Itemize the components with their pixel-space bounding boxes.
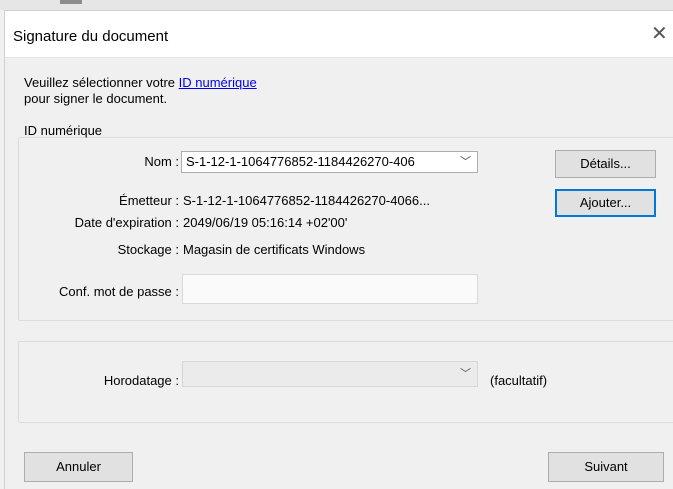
emetteur-value: S-1-12-1-1064776852-1184426270-4066... bbox=[183, 193, 430, 208]
id-group-legend: ID numérique bbox=[24, 123, 103, 138]
emetteur-label: Émetteur : bbox=[119, 193, 179, 208]
background-window-mark bbox=[60, 0, 82, 4]
dialog-titlebar: Signature du document ✕ bbox=[5, 11, 673, 58]
nom-select[interactable]: S-1-12-1-1064776852-1184426270-406 ﹀ bbox=[181, 151, 478, 173]
background-window-strip bbox=[0, 0, 673, 10]
close-icon[interactable]: ✕ bbox=[651, 24, 668, 44]
id-numerique-link[interactable]: ID numérique bbox=[179, 75, 257, 90]
nom-select-value: S-1-12-1-1064776852-1184426270-406 bbox=[186, 154, 415, 169]
dialog-title: Signature du document bbox=[13, 28, 169, 45]
intro-line1: Veuillez sélectionner votre bbox=[24, 75, 179, 90]
intro-line2: pour signer le document. bbox=[24, 91, 168, 106]
stockage-label: Stockage : bbox=[117, 242, 179, 257]
cancel-button[interactable]: Annuler bbox=[24, 452, 133, 482]
chevron-down-icon: ﹀ bbox=[460, 156, 471, 168]
timestamp-label: Horodatage : bbox=[103, 373, 179, 388]
password-label: Conf. mot de passe : bbox=[59, 284, 179, 299]
stockage-value: Magasin de certificats Windows bbox=[183, 242, 366, 257]
expiration-label: Date d'expiration : bbox=[74, 215, 179, 230]
next-button[interactable]: Suivant bbox=[548, 452, 664, 482]
intro-text: Veuillez sélectionner votre ID numérique… bbox=[24, 75, 257, 107]
expiration-value: 2049/06/19 05:16:14 +02'00' bbox=[183, 215, 348, 230]
timestamp-select[interactable]: ﹀ bbox=[182, 361, 478, 387]
details-button[interactable]: Détails... bbox=[555, 150, 656, 178]
chevron-down-icon: ﹀ bbox=[460, 368, 471, 380]
signature-dialog: Signature du document ✕ Veuillez sélecti… bbox=[4, 10, 673, 489]
password-field[interactable] bbox=[182, 274, 478, 304]
add-button[interactable]: Ajouter... bbox=[555, 189, 656, 217]
nom-label: Nom : bbox=[144, 154, 179, 169]
optional-note: (facultatif) bbox=[490, 373, 548, 388]
